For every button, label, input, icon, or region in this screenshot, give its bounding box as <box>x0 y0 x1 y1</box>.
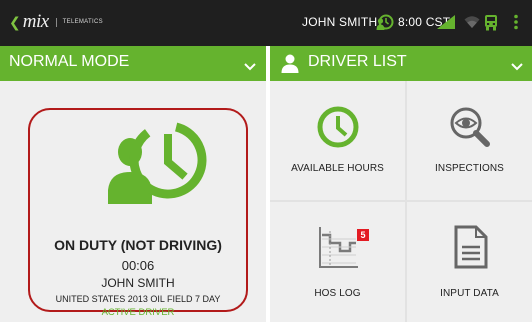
status-bar: ❮ mix TELEMATICS JOHN SMITH 8:00 CST <box>0 0 532 46</box>
driver-role: ACTIVE DRIVER <box>101 307 175 318</box>
clock-person-icon <box>376 13 394 36</box>
duty-status-card[interactable]: ON DUTY (NOT DRIVING) 00:06 JOHN SMITH U… <box>28 108 248 318</box>
tile-label: INSPECTIONS <box>435 163 504 174</box>
duty-elapsed-time: 00:06 <box>121 258 155 273</box>
hos-ruleset: UNITED STATES 2013 OIL FIELD 7 DAY <box>55 294 221 304</box>
tile-inspections[interactable]: INSPECTIONS <box>407 81 532 200</box>
person-icon <box>280 53 300 78</box>
mode-dropdown[interactable]: NORMAL MODE <box>0 46 266 81</box>
eye-magnifier-icon <box>448 105 492 154</box>
hos-log-badge: 5 <box>357 229 369 241</box>
overflow-menu-icon[interactable] <box>513 14 519 35</box>
driver-status-panel: ON DUTY (NOT DRIVING) 00:06 JOHN SMITH U… <box>0 81 266 322</box>
chevron-down-icon <box>511 58 523 76</box>
signal-icon <box>437 15 455 34</box>
logo-text: mix <box>22 11 49 32</box>
tile-label: INPUT DATA <box>440 288 499 299</box>
logo-subtext: TELEMATICS <box>55 17 103 27</box>
truck-icon[interactable] <box>484 15 498 36</box>
tile-label: HOS LOG <box>314 288 361 299</box>
document-icon <box>448 225 492 274</box>
tile-available-hours[interactable]: AVAILABLE HOURS <box>270 81 405 200</box>
driver-list-label: DRIVER LIST <box>308 53 407 70</box>
mode-label: NORMAL MODE <box>9 53 130 70</box>
mix-telematics-logo: ❮ mix TELEMATICS <box>9 11 103 33</box>
current-user-name: JOHN SMITH <box>302 15 378 29</box>
duty-status-title: ON DUTY (NOT DRIVING) <box>54 237 222 253</box>
back-chevron-icon[interactable]: ❮ <box>9 14 21 31</box>
driver-name: JOHN SMITH <box>101 276 175 290</box>
driver-list-dropdown[interactable]: DRIVER LIST <box>270 46 532 81</box>
tile-label: AVAILABLE HOURS <box>291 163 384 174</box>
hos-log-icon <box>316 225 360 274</box>
action-tiles: AVAILABLE HOURS INSPECTIONS 5 HOS LOG IN… <box>270 81 532 322</box>
wifi-icon <box>464 15 480 34</box>
duty-status-icon <box>108 120 208 209</box>
chevron-down-icon <box>244 58 256 76</box>
clock-icon <box>316 105 360 154</box>
tile-hos-log[interactable]: 5 HOS LOG <box>270 202 405 322</box>
tile-input-data[interactable]: INPUT DATA <box>407 202 532 322</box>
